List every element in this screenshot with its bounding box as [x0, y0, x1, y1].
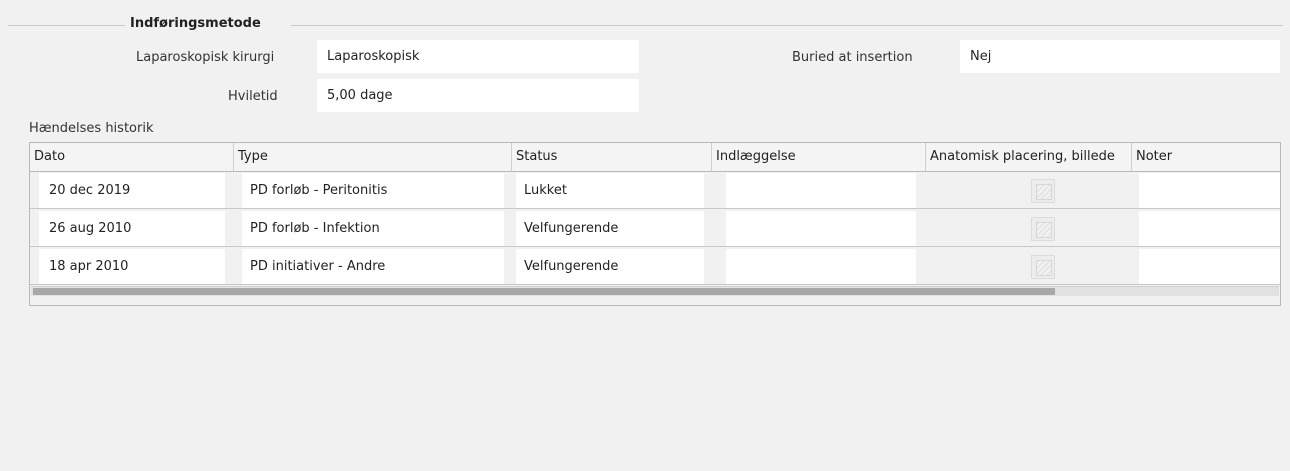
column-header-date[interactable]: Dato	[30, 143, 234, 171]
buried-at-insertion-label: Buried at insertion	[792, 50, 913, 65]
column-header-anatomical-image[interactable]: Anatomisk placering, billede	[926, 143, 1132, 171]
scrollbar-thumb[interactable]	[33, 288, 1055, 295]
cell-status: Velfungerende	[516, 249, 704, 284]
column-header-admission[interactable]: Indlæggelse	[712, 143, 926, 171]
cell-type: PD forløb - Infektion	[242, 211, 504, 246]
cell-date: 20 dec 2019	[39, 173, 225, 208]
cell-status: Velfungerende	[516, 211, 704, 246]
section-divider-left	[8, 25, 125, 26]
image-placeholder-icon[interactable]	[1031, 255, 1055, 279]
cell-date: 26 aug 2010	[39, 211, 225, 246]
table-row[interactable]: 18 apr 2010 PD initiativer - Andre Velfu…	[30, 248, 1280, 285]
cell-notes	[1139, 211, 1280, 246]
table-row[interactable]: 20 dec 2019 PD forløb - Peritonitis Lukk…	[30, 172, 1280, 209]
horizontal-scrollbar[interactable]	[31, 286, 1279, 296]
column-header-status[interactable]: Status	[512, 143, 712, 171]
cell-admission	[726, 173, 916, 208]
cell-date: 18 apr 2010	[39, 249, 225, 284]
laparoscopic-surgery-field[interactable]: Laparoskopisk	[317, 40, 639, 73]
rest-time-label: Hviletid	[228, 89, 278, 104]
cell-type: PD initiativer - Andre	[242, 249, 504, 284]
cell-admission	[726, 211, 916, 246]
cell-anatomical-image	[926, 211, 1132, 246]
cell-type: PD forløb - Peritonitis	[242, 173, 504, 208]
cell-status: Lukket	[516, 173, 704, 208]
table-row[interactable]: 26 aug 2010 PD forløb - Infektion Velfun…	[30, 210, 1280, 247]
event-history-grid: Dato Type Status Indlæggelse Anatomisk p…	[29, 142, 1281, 306]
cell-notes	[1139, 173, 1280, 208]
image-placeholder-icon[interactable]	[1031, 179, 1055, 203]
cell-anatomical-image	[926, 249, 1132, 284]
section-divider-right	[291, 25, 1283, 26]
column-header-type[interactable]: Type	[234, 143, 512, 171]
event-history-title: Hændelses historik	[29, 121, 154, 136]
column-header-notes[interactable]: Noter	[1132, 143, 1280, 171]
laparoscopic-surgery-label: Laparoskopisk kirurgi	[136, 50, 275, 65]
buried-at-insertion-field[interactable]: Nej	[960, 40, 1280, 73]
section-title: Indføringsmetode	[130, 16, 261, 31]
cell-notes	[1139, 249, 1280, 284]
rest-time-field[interactable]: 5,00 dage	[317, 79, 639, 112]
image-placeholder-icon[interactable]	[1031, 217, 1055, 241]
cell-admission	[726, 249, 916, 284]
grid-header: Dato Type Status Indlæggelse Anatomisk p…	[30, 143, 1280, 172]
cell-anatomical-image	[926, 173, 1132, 208]
